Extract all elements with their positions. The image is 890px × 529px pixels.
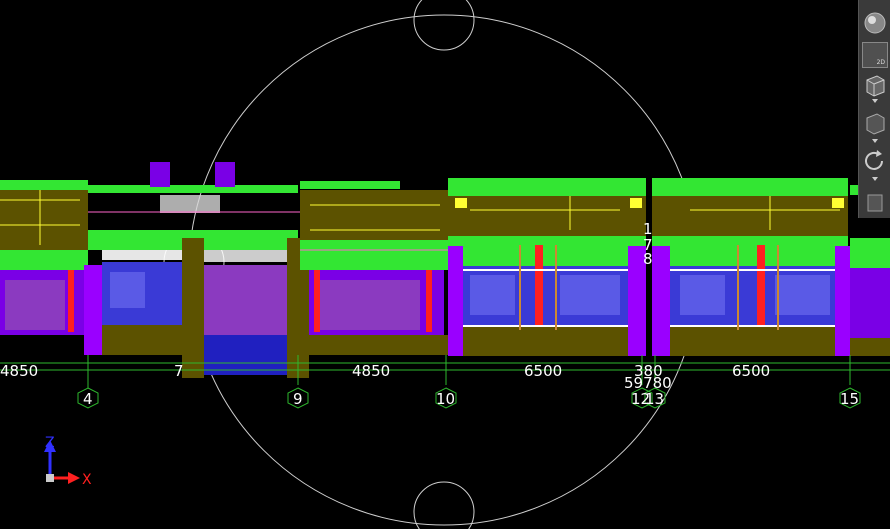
divider-label: 8: [643, 250, 653, 268]
steering-wheel-icon[interactable]: [862, 10, 888, 36]
showmotion-icon[interactable]: [862, 190, 888, 216]
orbit-icon[interactable]: [862, 148, 888, 174]
grid-bubbles: [77, 385, 861, 409]
dimension-text: 4850: [352, 362, 390, 380]
grid-label: 13: [645, 390, 664, 408]
grid-label: 9: [293, 390, 303, 408]
chevron-down-icon[interactable]: [862, 96, 888, 106]
dimension-text: 4850: [0, 362, 38, 380]
zoom-label: 2D: [876, 59, 885, 66]
dimension-text: 6500: [524, 362, 562, 380]
grid-label: 4: [83, 390, 93, 408]
dimension-text: 6500: [732, 362, 770, 380]
chevron-down-icon[interactable]: [862, 174, 888, 184]
ucs-x-label: X: [82, 472, 92, 488]
building-section: [0, 162, 890, 378]
box-view-icon[interactable]: [862, 110, 888, 136]
view-cube-icon[interactable]: [862, 72, 888, 98]
chevron-down-icon[interactable]: [862, 136, 888, 146]
navigation-bar: 2D: [858, 0, 890, 218]
model-viewport[interactable]: 4850 7 4850 6500 380 6500 59780 1 7 8 4 …: [0, 0, 890, 529]
grid-label: 15: [840, 390, 859, 408]
grid-label: 10: [436, 390, 455, 408]
zoom-extents-button[interactable]: 2D: [862, 42, 888, 68]
ucs-icon: Z X: [44, 435, 92, 488]
dimension-text: 7: [174, 362, 184, 380]
ucs-z-label: Z: [45, 435, 55, 451]
